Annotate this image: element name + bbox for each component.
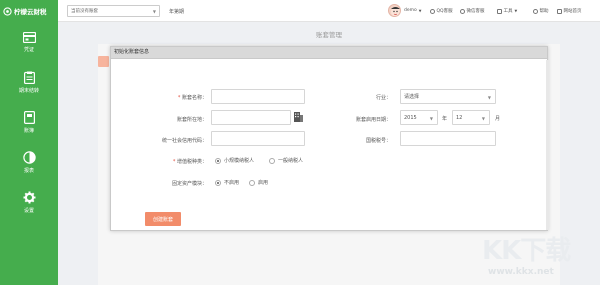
home-label: 网站首页 [563,9,582,14]
chevron-down-icon: ▼ [418,8,422,13]
tools-menu[interactable]: 工具 ▼ [497,8,517,14]
vat-option-label: 一般纳税人 [278,158,304,164]
sidebar-item-reports[interactable]: 报表 [0,142,58,182]
create-account-button[interactable]: 创建账套 [145,212,181,226]
chevron-down-icon: ▼ [514,9,518,13]
sidebar-item-label: 凭证 [23,46,34,53]
gear-icon [23,191,35,203]
start-year-select[interactable]: 2015 ▼ [400,110,438,125]
wechat-icon [460,8,465,14]
start-month-select[interactable]: 12 ▼ [452,110,490,125]
sidebar-item-label: 账簿 [23,127,34,134]
sidebar-item-label: 报表 [23,167,34,174]
radio-selected-icon [215,179,221,186]
init-account-dialog: 初始化账套信息 * 账套名称： 行业： 请选择 ▼ 账套所在地： 账套启用日期：… [110,46,549,231]
vat-option-label: 小规模纳税人 [224,158,255,164]
radio-selected-icon [215,157,221,164]
qq-icon [430,8,435,14]
watermark-logo: KK下载 [482,236,571,266]
tax-no-label: 国税税号： [365,138,391,144]
qq-support-label: QQ客服 [436,9,453,14]
sidebar-item-label: 设置 [23,207,34,214]
industry-select[interactable]: 请选择 ▼ [400,89,496,104]
location-label: 账套所在地： [176,117,207,123]
start-date-label: 账套启用日期： [355,117,391,123]
help-link[interactable]: 帮助 [533,8,549,14]
dialog-scrollbar[interactable] [546,60,549,230]
user-menu[interactable]: demo ▼ [404,8,421,13]
page-title: 账套管理 [316,31,342,39]
sidebar: 柠檬云财税 凭证 期末结转 账簿 报表 设置 [0,0,58,285]
pie-chart-icon [22,150,36,164]
account-book-value: 当前没有账套 [71,9,98,14]
tools-icon [497,8,502,14]
chevron-down-icon: ▼ [481,116,485,121]
dialog-body: * 账套名称： 行业： 请选择 ▼ 账套所在地： 账套启用日期： 2015 ▼ … [111,60,547,230]
home-icon [557,8,562,14]
help-label: 帮助 [539,9,549,14]
tools-label: 工具 [503,9,513,14]
clipboard-icon [23,71,35,84]
home-link[interactable]: 网站首页 [557,8,582,14]
user-avatar-icon [391,7,400,16]
sidebar-item-ledger[interactable]: 账簿 [0,102,58,142]
industry-value: 请选择 [404,94,420,100]
vat-radio-small-scale[interactable]: 小规模纳税人 [215,157,254,164]
sidebar-item-closing[interactable]: 期末结转 [0,62,58,102]
voucher-icon [22,31,36,43]
wechat-support-label: 微信客服 [466,9,485,14]
radio-unselected-icon [269,157,275,164]
account-name-input[interactable] [211,89,305,104]
chevron-down-icon: ▼ [487,95,491,100]
account-name-label: * 账套名称： [117,94,207,101]
chevron-down-icon: ▼ [429,116,433,121]
wechat-support-link[interactable]: 微信客服 [460,8,485,14]
fa-option-label: 不启用 [224,180,240,186]
ledger-icon [23,110,35,124]
credit-code-label: 统一社会信用代码： [161,138,207,144]
credit-code-input[interactable] [211,131,305,146]
fa-option-label: 启用 [258,180,269,186]
background-button[interactable] [98,56,109,67]
dialog-title: 初始化账套信息 [111,47,547,59]
top-bar: 当前没有账套 ▼ 年第期 demo ▼ QQ客服 微信客服 工具 ▼ 帮助 网站… [58,0,600,22]
qq-support-link[interactable]: QQ客服 [430,8,453,14]
username: demo [404,8,417,13]
sidebar-item-label: 期末结转 [18,87,39,94]
fa-radio-disabled[interactable]: 不启用 [215,179,239,186]
account-book-select[interactable]: 当前没有账套 ▼ [67,5,160,17]
start-year-value: 2015 [404,114,417,121]
vat-type-label: * 增值税种类： [117,158,207,165]
watermark-url: www.kkx.net [488,267,554,277]
vat-radio-general[interactable]: 一般纳税人 [269,157,303,164]
fixed-assets-label: 固定资产模块： [171,181,207,187]
month-unit: 月 [495,116,501,122]
sidebar-item-settings[interactable]: 设置 [0,182,58,222]
year-unit: 年 [442,116,448,122]
fa-radio-enabled[interactable]: 启用 [249,179,268,186]
start-month-value: 12 [456,114,463,121]
help-icon [533,8,538,14]
industry-label: 行业： [375,95,391,101]
location-input[interactable] [211,110,291,125]
vat-type-label-text: 增值税种类： [176,159,207,165]
period-label: 年第期 [169,9,185,15]
brand-logo[interactable]: 柠檬云财税 [0,0,58,22]
brand-name: 柠檬云财税 [14,8,47,16]
radio-unselected-icon [249,179,255,186]
tax-no-input[interactable] [400,131,496,146]
sidebar-item-voucher[interactable]: 凭证 [0,22,58,62]
watermark: KK下载 www.kkx.net [476,230,600,285]
chevron-down-icon: ▼ [152,9,156,14]
lemon-logo-icon [3,6,12,16]
avatar[interactable] [388,4,401,17]
account-name-label-text: 账套名称： [181,95,207,101]
